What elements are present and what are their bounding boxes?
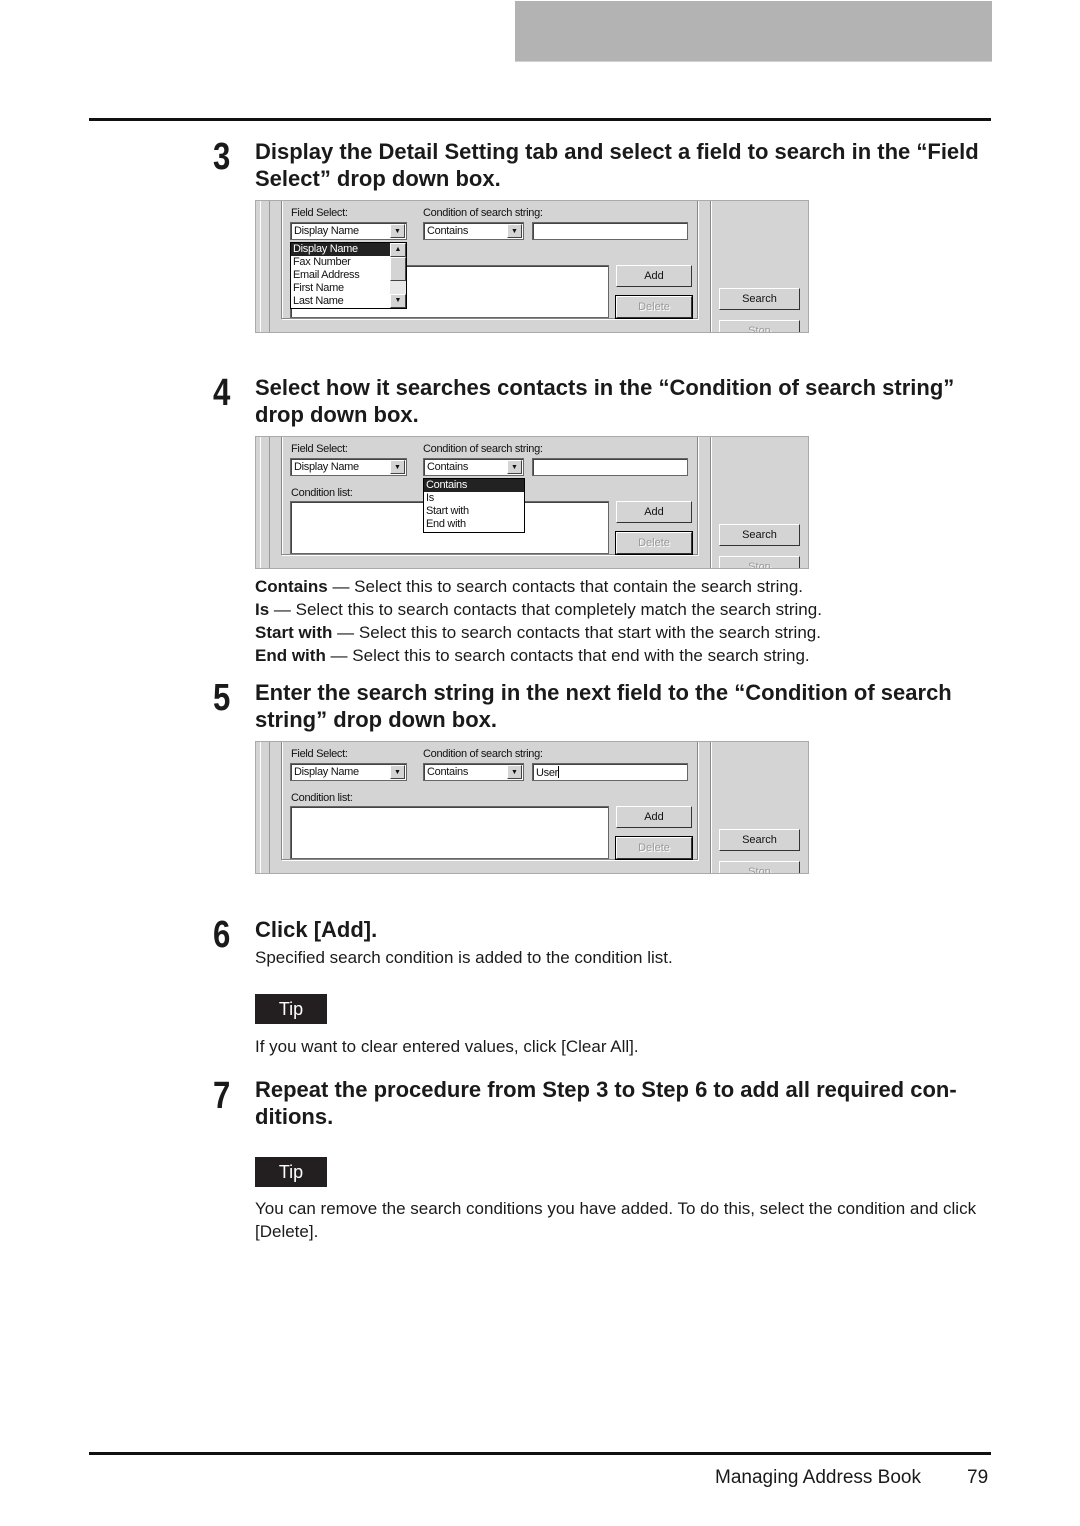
option-display-name[interactable]: Display Name — [291, 243, 390, 256]
field-select-combo[interactable]: Display Name ▼ — [290, 458, 407, 476]
search-string-input[interactable] — [532, 222, 688, 240]
option-last-name[interactable]: Last Name — [291, 295, 406, 308]
condition-list[interactable] — [290, 806, 609, 859]
text-caret — [558, 766, 560, 778]
field-select-combo[interactable]: Display Name ▼ — [290, 222, 407, 240]
search-button[interactable]: Search — [719, 524, 800, 546]
option-end-with[interactable]: End with — [424, 518, 524, 531]
stop-button[interactable]: Stop — [719, 556, 800, 568]
tip-badge: Tip — [255, 994, 327, 1024]
option-email-address[interactable]: Email Address — [291, 269, 406, 282]
add-button[interactable]: Add — [616, 501, 692, 523]
chevron-down-icon[interactable]: ▼ — [507, 224, 522, 238]
condition-dropdown[interactable]: Contains Is Start with End with — [423, 478, 525, 533]
field-select-label: Field Select: — [291, 443, 348, 455]
footer-section-title: Managing Address Book — [715, 1467, 921, 1488]
step-6-tip-text: If you want to clear entered values, cli… — [255, 1037, 639, 1056]
scroll-up-icon[interactable]: ▲ — [390, 243, 406, 257]
page-number: 79 — [967, 1467, 989, 1488]
option-contains[interactable]: Contains — [424, 479, 524, 492]
stop-button[interactable]: Stop — [719, 320, 800, 332]
condition-list-label: Condition list: — [291, 792, 353, 804]
search-string-input[interactable]: User — [532, 763, 688, 781]
stop-button[interactable]: Stop — [719, 861, 800, 873]
definition-is: Is — Select this to search contacts that… — [255, 600, 822, 619]
field-select-combo[interactable]: Display Name ▼ — [290, 763, 407, 781]
step-4-title: Select how it searches contacts in the “… — [255, 375, 955, 427]
add-button[interactable]: Add — [616, 806, 692, 828]
bottom-rule — [89, 1452, 991, 1455]
option-is[interactable]: Is — [424, 492, 524, 505]
scroll-thumb[interactable] — [390, 257, 406, 281]
chevron-down-icon[interactable]: ▼ — [390, 460, 405, 474]
chevron-down-icon[interactable]: ▼ — [390, 224, 405, 238]
top-rule — [89, 118, 991, 121]
step-6-number: 6 — [213, 914, 231, 956]
scroll-down-icon[interactable]: ▼ — [390, 294, 406, 308]
condition-combo[interactable]: Contains ▼ — [423, 222, 524, 240]
chevron-down-icon[interactable]: ▼ — [507, 765, 522, 779]
scrollbar[interactable]: ▲ ▼ — [390, 243, 406, 308]
screenshot-search-string: Field Select: Condition of search string… — [255, 741, 809, 874]
condition-label: Condition of search string: — [423, 443, 543, 455]
step-4-number: 4 — [213, 372, 231, 414]
search-string-input[interactable] — [532, 458, 688, 476]
field-select-label: Field Select: — [291, 207, 348, 219]
delete-button[interactable]: Delete — [615, 836, 693, 860]
chevron-down-icon[interactable]: ▼ — [390, 765, 405, 779]
condition-label: Condition of search string: — [423, 748, 543, 760]
add-button[interactable]: Add — [616, 265, 692, 287]
definition-contains: Contains — Select this to search contact… — [255, 577, 804, 596]
step-7-tip-text: You can remove the search conditions you… — [255, 1199, 977, 1241]
search-button[interactable]: Search — [719, 829, 800, 851]
field-select-label: Field Select: — [291, 748, 348, 760]
step-5-number: 5 — [213, 677, 231, 719]
header-block — [515, 1, 992, 62]
condition-label: Condition of search string: — [423, 207, 543, 219]
delete-button[interactable]: Delete — [615, 295, 693, 319]
option-first-name[interactable]: First Name — [291, 282, 406, 295]
right-pane — [710, 201, 808, 332]
field-select-dropdown[interactable]: Display Name Fax Number Email Address Fi… — [290, 242, 407, 309]
tip-badge: Tip — [255, 1157, 327, 1187]
definition-list: Contains — Select this to search contact… — [255, 575, 995, 667]
condition-list-label: Condition list: — [291, 487, 353, 499]
step-3-number: 3 — [213, 136, 231, 178]
step-7-title: Repeat the procedure from Step 3 to Step… — [255, 1077, 957, 1129]
condition-combo[interactable]: Contains ▼ — [423, 763, 524, 781]
step-6-title: Click [Add]. — [255, 917, 378, 942]
step-3-title: Display the Detail Setting tab and selec… — [255, 139, 979, 191]
step-5-title: Enter the search string in the next fiel… — [255, 680, 952, 732]
step-7-number: 7 — [213, 1075, 231, 1117]
screenshot-condition-select: Field Select: Condition of search string… — [255, 436, 809, 569]
search-button[interactable]: Search — [719, 288, 800, 310]
condition-combo[interactable]: Contains ▼ — [423, 458, 524, 476]
screenshot-field-select: Field Select: Condition of search string… — [255, 200, 809, 333]
step-6-body: Specified search condition is added to t… — [255, 948, 673, 967]
chevron-down-icon[interactable]: ▼ — [507, 460, 522, 474]
option-start-with[interactable]: Start with — [424, 505, 524, 518]
option-fax-number[interactable]: Fax Number — [291, 256, 406, 269]
definition-start-with: Start with — Select this to search conta… — [255, 623, 821, 642]
definition-end-with: End with — Select this to search contact… — [255, 646, 810, 665]
delete-button[interactable]: Delete — [615, 531, 693, 555]
